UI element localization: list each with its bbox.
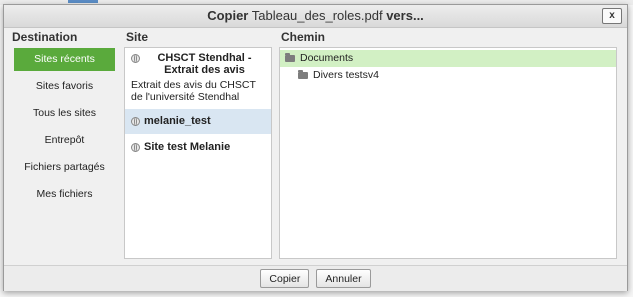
destination-item-entrepot[interactable]: Entrepôt: [14, 129, 115, 152]
title-target: vers...: [386, 8, 424, 23]
title-file: Tableau_des_roles.pdf: [251, 8, 383, 23]
site-list: CHSCT Stendhal - Extrait des avis Extrai…: [124, 47, 272, 259]
destination-item-sites-favoris[interactable]: Sites favoris: [14, 75, 115, 98]
tree-item-label: Divers testsv4: [313, 69, 379, 81]
destination-header: Destination: [12, 30, 78, 44]
site-header: Site: [126, 30, 149, 44]
page-tab-accent: [68, 0, 98, 3]
close-button[interactable]: x: [602, 8, 622, 24]
dialog-title: Copier Tableau_des_roles.pdf vers... x: [4, 5, 627, 28]
tree-item-documents[interactable]: Documents: [280, 50, 616, 67]
site-name: melanie_test: [144, 115, 211, 127]
site-name: Site test Melanie: [144, 141, 231, 153]
site-globe-icon: [131, 54, 140, 63]
site-item-melanie-test[interactable]: melanie_test: [125, 109, 271, 134]
site-item-chsct[interactable]: CHSCT Stendhal - Extrait des avis Extrai…: [125, 48, 271, 109]
destination-list: Sites récents Sites favoris Tous les sit…: [14, 48, 115, 210]
site-item-site-test-melanie[interactable]: Site test Melanie: [125, 134, 271, 159]
chemin-header: Chemin: [281, 30, 326, 44]
folder-icon: [298, 70, 308, 79]
copy-button[interactable]: Copier: [260, 269, 310, 288]
tree-item-divers-testsv4[interactable]: Divers testsv4: [280, 67, 616, 84]
copy-dialog: Copier Tableau_des_roles.pdf vers... x D…: [3, 4, 628, 291]
destination-item-tous-les-sites[interactable]: Tous les sites: [14, 102, 115, 125]
destination-item-fichiers-partages[interactable]: Fichiers partagés: [14, 156, 115, 179]
dialog-footer: Copier Annuler: [4, 265, 627, 291]
cancel-button[interactable]: Annuler: [316, 269, 371, 288]
destination-item-sites-recents[interactable]: Sites récents: [14, 48, 115, 71]
folder-icon: [285, 53, 295, 62]
site-description: Extrait des avis du CHSCT de l'universit…: [131, 79, 256, 103]
tree-item-label: Documents: [300, 52, 354, 64]
folder-tree: Documents Divers testsv4: [279, 47, 617, 259]
site-name: CHSCT Stendhal - Extrait des avis: [157, 52, 252, 76]
destination-item-mes-fichiers[interactable]: Mes fichiers: [14, 183, 115, 206]
title-action: Copier: [207, 8, 249, 23]
site-globe-icon: [131, 117, 140, 126]
site-globe-icon: [131, 143, 140, 152]
